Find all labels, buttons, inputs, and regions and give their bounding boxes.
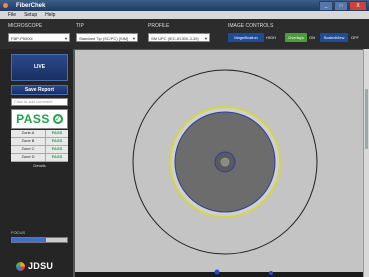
- app-logo-icon: [3, 3, 8, 8]
- zone-result: PASS: [51, 138, 63, 143]
- live-button[interactable]: LIVE: [11, 54, 68, 81]
- focus-bar: [11, 237, 68, 243]
- zone-row: Zone C PASS: [11, 146, 68, 154]
- minimize-button[interactable]: _: [319, 1, 333, 11]
- maximize-button[interactable]: □: [334, 1, 348, 11]
- chevron-down-icon: ▼: [64, 36, 68, 41]
- defect-marker: [269, 271, 273, 275]
- tip-label: TIP: [76, 23, 84, 29]
- menu-setup[interactable]: Setup: [24, 12, 37, 18]
- tip-value: Standard Tip (SC/PC) [SIM]: [79, 36, 129, 41]
- profile-select[interactable]: SM UPC (IEC-61300-3-35) ▼: [148, 33, 210, 42]
- save-report-button[interactable]: Save Report: [11, 85, 68, 95]
- menu-help[interactable]: Help: [45, 12, 55, 18]
- zone-row: Zone A PASS: [11, 130, 68, 138]
- logo-text: JDSU: [28, 261, 54, 271]
- profile-value: SM UPC (IEC-61300-3-35): [151, 36, 199, 41]
- zone-row: Zone B PASS: [11, 138, 68, 146]
- overlays-value: ON: [309, 35, 315, 40]
- result-status: PASS: [16, 112, 50, 126]
- check-circle-icon: ✓: [52, 114, 63, 124]
- fiber-end-face-image: [75, 50, 363, 277]
- profile-label: PROFILE: [148, 23, 170, 29]
- window-controls: _ □ X: [319, 1, 367, 11]
- zone-result: PASS: [51, 146, 63, 151]
- zone-result: PASS: [51, 130, 63, 135]
- controls-bar: MICROSCOPE FBP-P5000i ▼ TIP Standard Tip…: [0, 19, 369, 49]
- sidebar: LIVE Save Report Click to add comment PA…: [0, 49, 73, 277]
- fiber-core: [220, 157, 230, 167]
- tip-select[interactable]: Standard Tip (SC/PC) [SIM] ▼: [76, 33, 138, 42]
- magnification-button[interactable]: Magnification: [228, 33, 264, 42]
- microscope-value: FBP-P5000i: [11, 36, 33, 41]
- comment-input[interactable]: Click to add comment: [11, 98, 68, 106]
- chevron-down-icon: ▼: [204, 36, 208, 41]
- zone-name: Zone C: [11, 146, 46, 153]
- menu-bar: File Setup Help: [0, 11, 369, 19]
- scaled-view-value: OFF: [351, 35, 359, 40]
- zone-name: Zone A: [11, 130, 46, 137]
- close-button[interactable]: X: [349, 1, 367, 11]
- defect-marker: [214, 269, 220, 275]
- jdsu-logo: JDSU: [16, 261, 53, 271]
- microscope-select[interactable]: FBP-P5000i ▼: [8, 33, 70, 42]
- app-title: FiberChek: [16, 2, 46, 9]
- microscope-label: MICROSCOPE: [8, 23, 43, 29]
- chevron-down-icon: ▼: [132, 36, 136, 41]
- zone-name: Zone B: [11, 138, 46, 145]
- zone-row: Zone D PASS: [11, 154, 68, 162]
- menu-file[interactable]: File: [8, 12, 16, 18]
- fiber-image-viewer[interactable]: [73, 49, 363, 277]
- image-controls-label: IMAGE CONTROLS: [228, 23, 274, 29]
- details-link[interactable]: Details: [11, 162, 68, 169]
- focus-label: FOCUS: [11, 230, 25, 235]
- result-panel: PASS ✓: [11, 109, 68, 129]
- focus-bar-fill: [12, 238, 47, 242]
- zone-table: Zone A PASS Zone B PASS Zone C PASS Zone…: [11, 130, 68, 169]
- zone-result: PASS: [51, 154, 63, 159]
- scrollbar-thumb[interactable]: [365, 89, 368, 149]
- title-bar: FiberChek _ □ X: [0, 0, 369, 11]
- overlays-button[interactable]: Overlays: [285, 33, 307, 42]
- jdsu-logo-icon: [16, 261, 25, 271]
- zone-name: Zone D: [11, 154, 46, 161]
- scaled-view-button[interactable]: ScaledView: [320, 33, 348, 42]
- vertical-scrollbar[interactable]: [363, 49, 369, 277]
- magnification-value: HIGH: [266, 35, 276, 40]
